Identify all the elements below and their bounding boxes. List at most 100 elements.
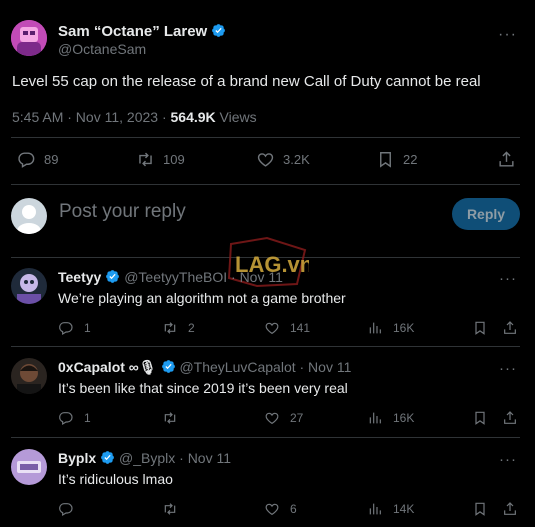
more-options-button[interactable]: ··· (498, 26, 517, 44)
views-icon (367, 320, 383, 336)
repost-icon (136, 150, 155, 169)
reply-icon (58, 320, 74, 336)
reply-action[interactable]: 1 (58, 320, 91, 336)
share-icon (497, 150, 516, 169)
bookmark-icon (472, 410, 488, 426)
like-action[interactable]: 3.2K (256, 150, 310, 169)
share-icon (502, 501, 518, 517)
reply-action-bar: 1 27 16K (0, 410, 535, 428)
views-label: Views (215, 109, 257, 125)
reply-icon (17, 150, 36, 169)
reply-action[interactable]: 89 (17, 150, 58, 169)
repost-count: 109 (163, 152, 185, 167)
reply-icon (58, 501, 74, 517)
like-action[interactable]: 141 (264, 320, 310, 336)
tweet-action-bar: 89 109 3.2K 22 (0, 150, 535, 172)
views-count: 16K (393, 321, 415, 335)
repost-icon (162, 410, 178, 426)
like-icon (256, 150, 275, 169)
like-action[interactable]: 27 (264, 410, 303, 426)
reply-author-avatar[interactable] (11, 449, 47, 485)
reply-post[interactable]: Byplx @_Byplx · Nov 11 ··· It’s ridiculo… (0, 439, 535, 527)
tweet-meta: 5:45 AM · Nov 11, 2023 · 564.9K Views (12, 109, 257, 125)
more-options-button[interactable]: ··· (499, 270, 517, 287)
like-count: 3.2K (283, 152, 310, 167)
author-avatar[interactable] (11, 20, 47, 56)
reply-count: 1 (84, 321, 91, 335)
views-action[interactable]: 14K (367, 501, 414, 517)
reply-text: It’s ridiculous lmao (58, 471, 173, 487)
reply-author-handle[interactable]: @_Byplx · Nov 11 (119, 450, 231, 466)
tweet-text: Level 55 cap on the release of a brand n… (12, 73, 481, 90)
repost-action[interactable]: 2 (162, 320, 195, 336)
reply-count: 89 (44, 152, 59, 167)
more-options-button[interactable]: ··· (499, 360, 517, 377)
like-count: 141 (290, 321, 311, 335)
views-count: 16K (393, 411, 415, 425)
bookmark-action[interactable] (472, 410, 498, 426)
reply-author-avatar[interactable] (11, 268, 47, 304)
reply-text: It’s been like that since 2019 it’s been… (58, 380, 348, 396)
like-count: 27 (290, 411, 304, 425)
like-action[interactable]: 6 (264, 501, 297, 517)
user-avatar[interactable] (11, 198, 47, 234)
verified-badge-icon (211, 23, 226, 38)
reply-action[interactable] (58, 501, 84, 517)
share-action[interactable] (502, 410, 528, 426)
reply-author-avatar[interactable] (11, 358, 47, 394)
reply-post[interactable]: 0xCapalot ∞🎙 @TheyLuvCapalot · Nov 11 ··… (0, 348, 535, 438)
repost-action[interactable] (162, 410, 188, 426)
reply-button[interactable]: Reply (452, 198, 520, 230)
verified-badge-icon (105, 269, 120, 284)
bookmark-icon (472, 320, 488, 336)
views-count: 14K (393, 502, 415, 516)
reply-icon (58, 410, 74, 426)
views-icon (367, 410, 383, 426)
more-options-button[interactable]: ··· (499, 451, 517, 468)
reply-header: Byplx @_Byplx · Nov 11 (58, 450, 231, 466)
author-handle[interactable]: @OctaneSam (58, 41, 146, 57)
verified-badge-icon (161, 359, 176, 374)
reply-action-bar: 1 2 141 16K (0, 320, 535, 338)
share-icon (502, 410, 518, 426)
repost-count: 2 (188, 321, 195, 335)
bookmark-action[interactable] (472, 501, 498, 517)
share-action[interactable] (502, 320, 528, 336)
reply-header: Teetyy @TeetyyTheBOI · Nov 11 (58, 269, 283, 285)
like-icon (264, 410, 280, 426)
reply-post[interactable]: Teetyy @TeetyyTheBOI · Nov 11 ··· We’re … (0, 258, 535, 348)
reply-count: 1 (84, 411, 91, 425)
share-icon (502, 320, 518, 336)
views-icon (367, 501, 383, 517)
repost-action[interactable] (162, 501, 188, 517)
tweet-timestamp[interactable]: 5:45 AM · Nov 11, 2023 · (12, 109, 171, 125)
like-icon (264, 320, 280, 336)
reply-author-name[interactable]: Byplx (58, 450, 96, 466)
share-action[interactable] (502, 501, 528, 517)
views-action[interactable]: 16K (367, 410, 414, 426)
author-name-text[interactable]: Sam “Octane” Larew (58, 23, 207, 40)
reply-text: We’re playing an algorithm not a game br… (58, 290, 346, 306)
reply-author-handle[interactable]: @TheyLuvCapalot · Nov 11 (179, 359, 351, 375)
views-count: 564.9K (170, 109, 216, 125)
reply-input[interactable] (59, 201, 429, 223)
main-tweet: Sam “Octane” Larew @OctaneSam ··· Level … (0, 0, 535, 185)
like-icon (264, 501, 280, 517)
reply-action-bar: 6 14K (0, 501, 535, 519)
reply-author-name[interactable]: 0xCapalot ∞🎙 (58, 359, 157, 375)
like-count: 6 (290, 502, 297, 516)
divider (11, 137, 520, 138)
bookmark-action[interactable] (472, 320, 498, 336)
views-action[interactable]: 16K (367, 320, 414, 336)
repost-action[interactable]: 109 (136, 150, 185, 169)
share-action[interactable] (497, 150, 524, 169)
repost-icon (162, 501, 178, 517)
bookmark-count: 22 (403, 152, 418, 167)
reply-action[interactable]: 1 (58, 410, 91, 426)
divider (11, 437, 520, 438)
bookmark-action[interactable]: 22 (376, 150, 417, 169)
author-name[interactable]: Sam “Octane” Larew (58, 23, 226, 40)
bookmark-icon (376, 150, 395, 169)
reply-author-name[interactable]: Teetyy (58, 269, 101, 285)
reply-author-handle[interactable]: @TeetyyTheBOI · Nov 11 (124, 269, 283, 285)
